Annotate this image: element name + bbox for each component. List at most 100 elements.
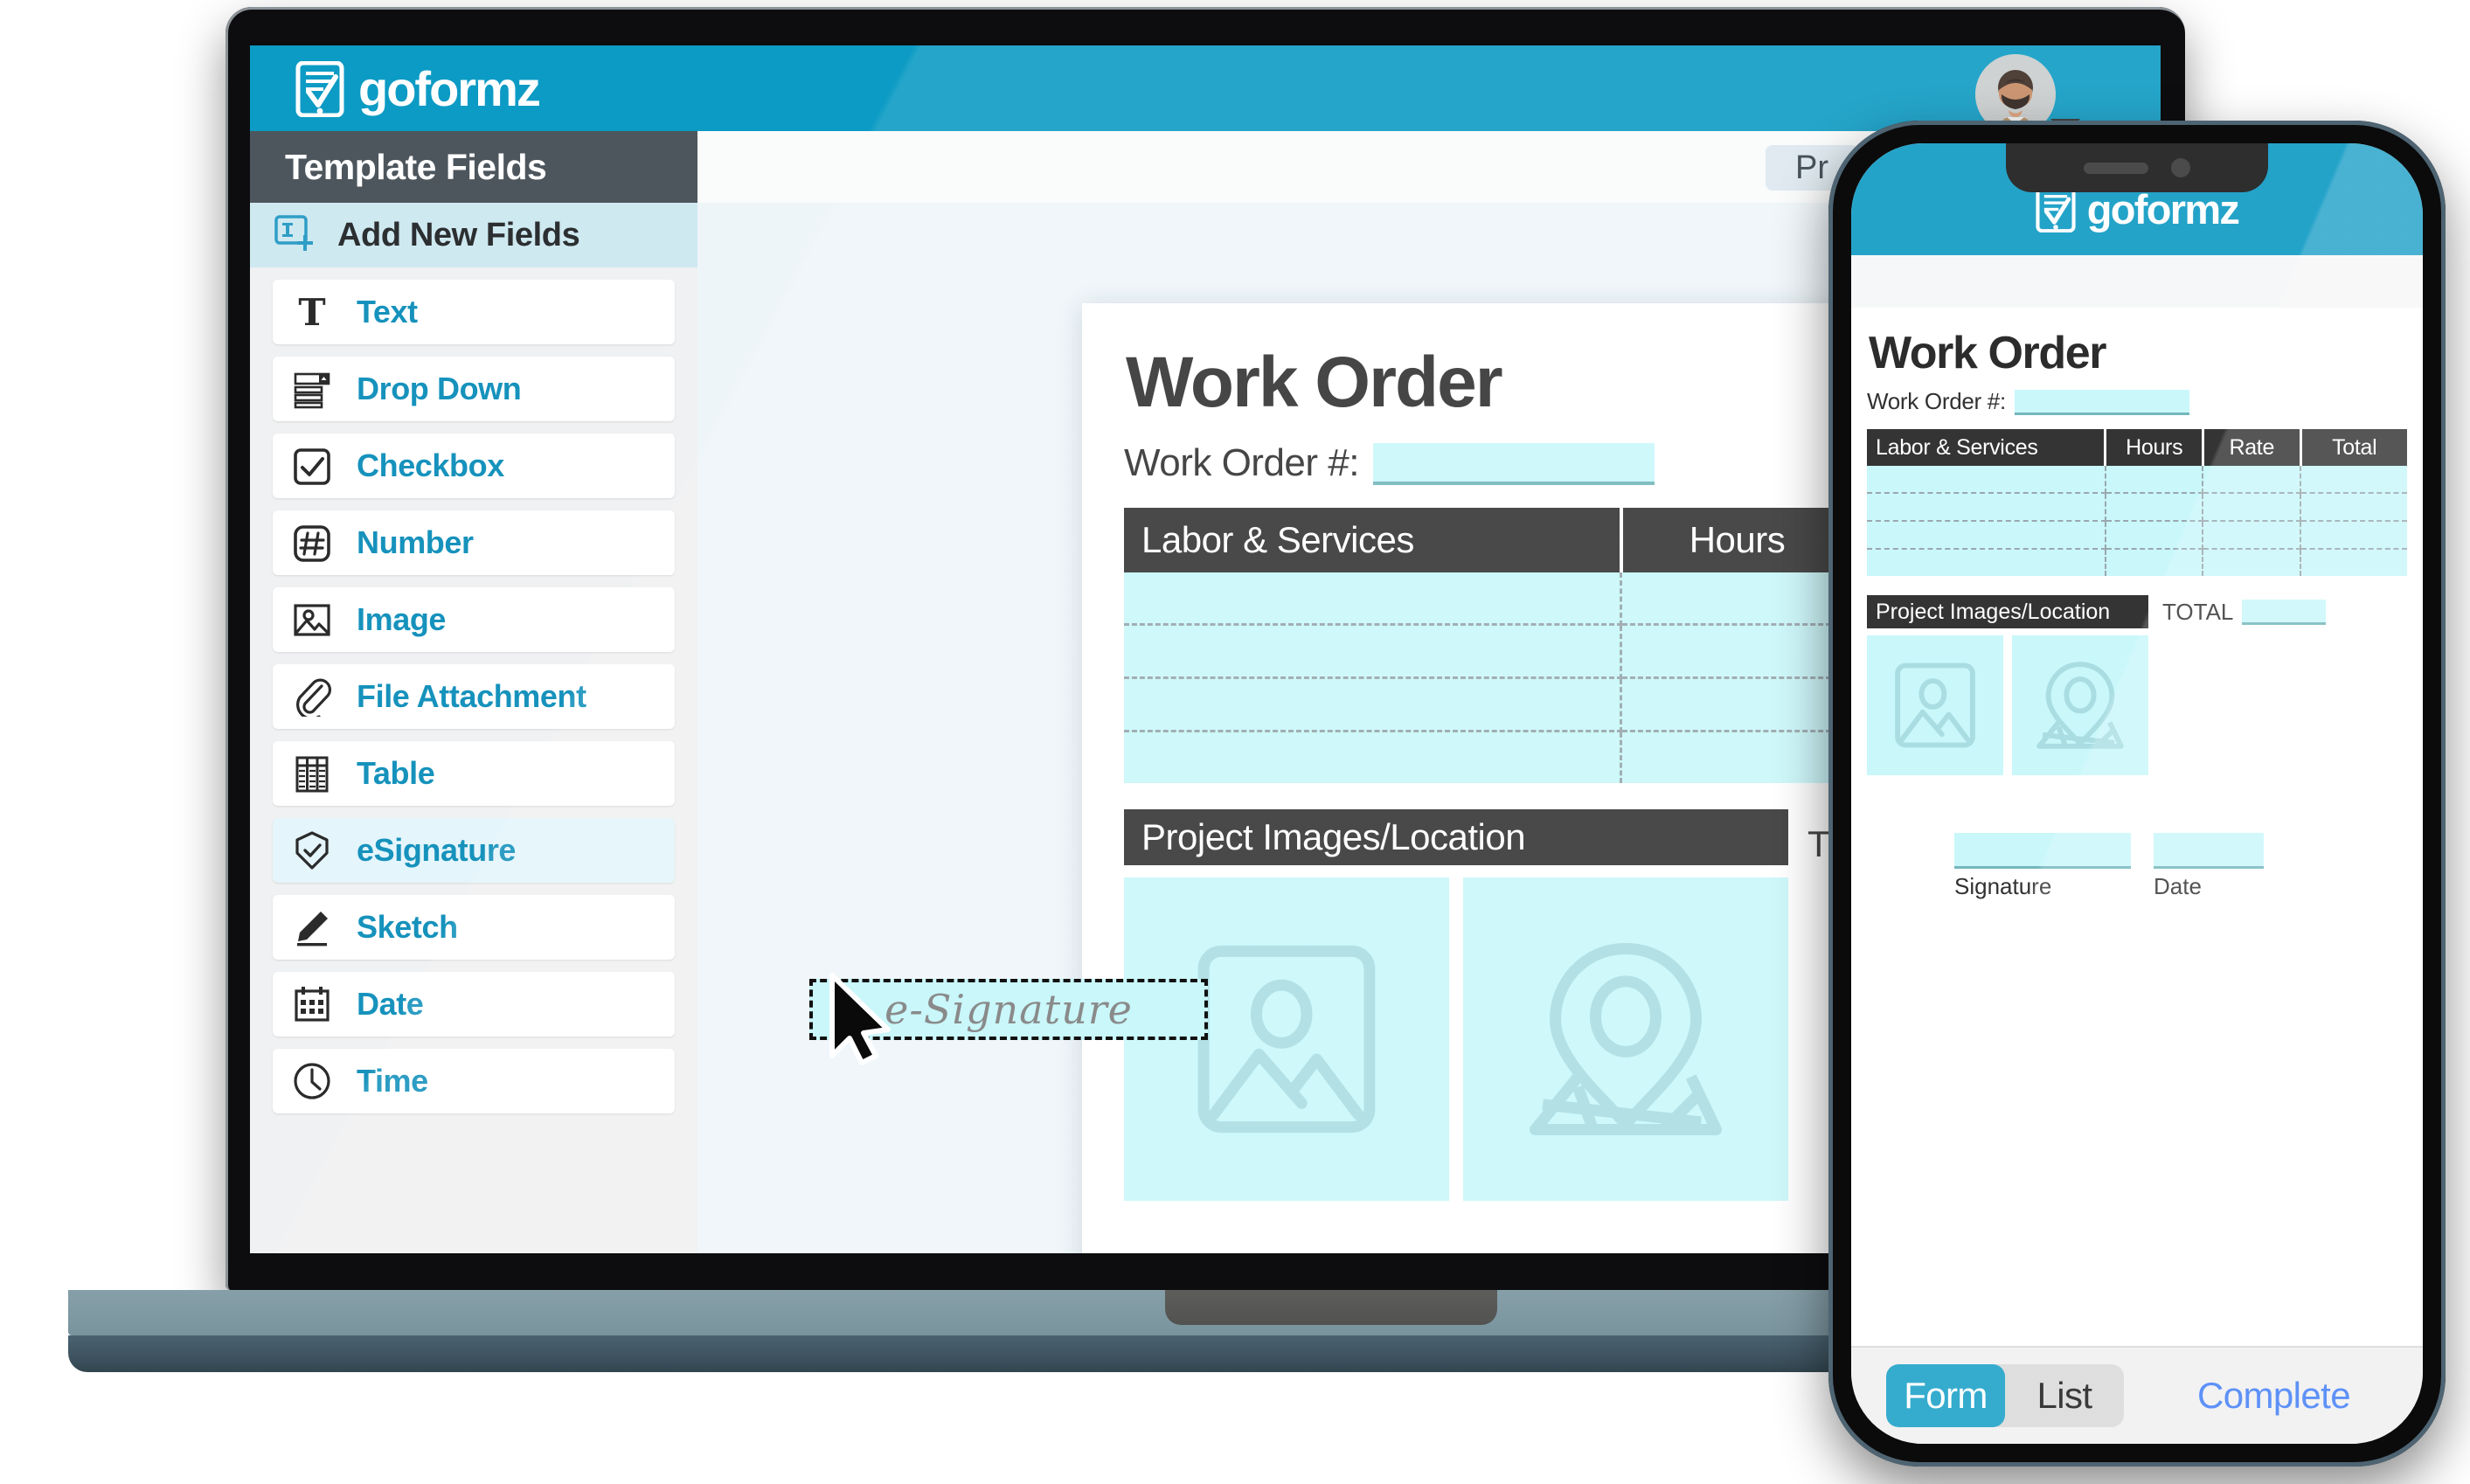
cell[interactable] [2300,521,2407,550]
phone-date-label: Date [2154,873,2202,899]
work-order-number-label: Work Order #: [1124,441,1359,484]
app-logo-text: goformz [358,61,541,116]
phone-app-logo-text: goformz [2086,185,2240,232]
project-images-header: Project Images/Location [1124,809,1788,865]
phone-notch [2006,143,2268,192]
phone-work-order-number-label: Work Order #: [1867,388,2006,414]
phone-signature-label: Signature [1954,873,2052,899]
phone-work-order-number-input[interactable] [2014,390,2189,415]
phone-signature-input[interactable] [1954,833,2131,869]
phone-device: goformz Work Order Work Order #: Labor &… [1828,121,2446,1467]
phone-screen: goformz Work Order Work Order #: Labor &… [1851,143,2423,1444]
cell[interactable] [1620,731,1855,783]
field-item-number[interactable]: Number [273,510,675,575]
tab-list[interactable]: List [2005,1364,2124,1427]
image-placeholder-icon [1197,945,1376,1134]
phone-labor-services-table: Labor & Services Hours Rate Total [1867,429,2407,576]
cell[interactable] [1620,572,1855,626]
image-placeholder-icon [1895,662,1975,748]
phone-date-field[interactable]: Date [2154,833,2264,900]
add-new-fields-header[interactable]: Add New Fields [250,203,697,267]
page-title: Template Fields [250,131,697,203]
goformz-tablet-icon [2036,185,2076,232]
goformz-tablet-icon [295,60,344,118]
phone-image-placeholder-tile[interactable] [1867,635,2003,775]
field-label: Checkbox [357,447,504,483]
app-header: goformz [250,45,2161,135]
cell[interactable] [1867,466,2106,494]
cell[interactable] [2203,521,2302,550]
phone-form-title: Work Order [1869,328,2107,378]
phone-column-header-labor: Labor & Services [1867,429,2107,466]
field-label: Time [357,1063,428,1099]
column-header-labor: Labor & Services [1124,508,1623,572]
cell[interactable] [1867,493,2106,522]
field-item-checkbox[interactable]: Checkbox [273,433,675,498]
field-label: Table [357,755,435,791]
cell[interactable] [2300,493,2407,522]
cell[interactable] [1124,624,1623,679]
cell[interactable] [2105,521,2204,550]
add-field-icon [274,214,318,256]
view-mode-segmented-control: Form List [1886,1364,2124,1427]
cell[interactable] [1620,624,1855,679]
paperclip-icon [292,676,332,717]
phone-project-images-header: Project Images/Location [1867,595,2148,628]
field-label: eSignature [357,832,517,868]
cell[interactable] [1867,521,2106,550]
map-pin-placeholder-icon [2036,662,2124,749]
laptop-trackpad-notch [1165,1290,1497,1325]
location-placeholder-tile[interactable] [1463,877,1788,1201]
column-header-hours: Hours [1620,508,1856,572]
field-label: Number [357,524,474,560]
complete-button[interactable]: Complete [2197,1375,2351,1417]
cell[interactable] [2105,466,2204,494]
speaker-icon [2084,162,2148,174]
phone-table-row[interactable] [1867,549,2407,576]
text-icon: T [292,292,332,332]
cell[interactable] [1124,572,1623,626]
phone-table-row[interactable] [1867,521,2407,550]
shield-check-icon [292,830,332,870]
field-item-image[interactable]: Image [273,587,675,652]
field-list: T Text Drop Down Checkbox Number Image F… [250,267,697,1113]
cell[interactable] [1124,677,1623,732]
template-fields-sidebar: Add New Fields T Text Drop Down Checkbox… [250,203,697,1253]
field-item-file-attachment[interactable]: File Attachment [273,664,675,729]
cell[interactable] [1620,677,1855,732]
cell[interactable] [2105,549,2204,576]
phone-form-body: Work Order Work Order #: Labor & Service… [1851,308,2423,1313]
checkbox-icon [292,446,332,486]
cell[interactable] [2203,493,2302,522]
cell[interactable] [2105,493,2204,522]
phone-tabbar: Form List Complete [1851,1346,2423,1444]
phone-table-row[interactable] [1867,466,2407,494]
phone-signature-field[interactable]: Signature [1954,833,2131,900]
field-item-date[interactable]: Date [273,972,675,1037]
cell[interactable] [1124,731,1623,783]
field-label: Image [357,601,447,637]
cell[interactable] [2300,549,2407,576]
field-item-drop-down[interactable]: Drop Down [273,357,675,421]
phone-total-input[interactable] [2242,599,2327,625]
phone-app-logo[interactable]: goformz [2036,185,2240,232]
app-logo[interactable]: goformz [295,60,541,118]
field-item-esignature[interactable]: eSignature [273,818,675,883]
phone-total-label: TOTAL [2162,598,2234,625]
cell[interactable] [2203,549,2302,576]
tab-form[interactable]: Form [1886,1364,2005,1427]
field-item-sketch[interactable]: Sketch [273,895,675,960]
phone-table-row[interactable] [1867,493,2407,522]
field-item-time[interactable]: Time [273,1049,675,1113]
field-item-table[interactable]: Table [273,741,675,806]
phone-location-placeholder-tile[interactable] [2012,635,2148,775]
field-item-text[interactable]: T Text [273,280,675,344]
cell[interactable] [1867,549,2106,576]
phone-date-input[interactable] [2154,833,2264,869]
dropdown-icon [292,369,332,409]
cell[interactable] [2203,466,2302,494]
phone-column-header-rate: Rate [2203,429,2302,466]
phone-signature-date-row: Signature Date [1867,833,2407,900]
work-order-number-input[interactable] [1372,443,1655,485]
cell[interactable] [2300,466,2407,494]
